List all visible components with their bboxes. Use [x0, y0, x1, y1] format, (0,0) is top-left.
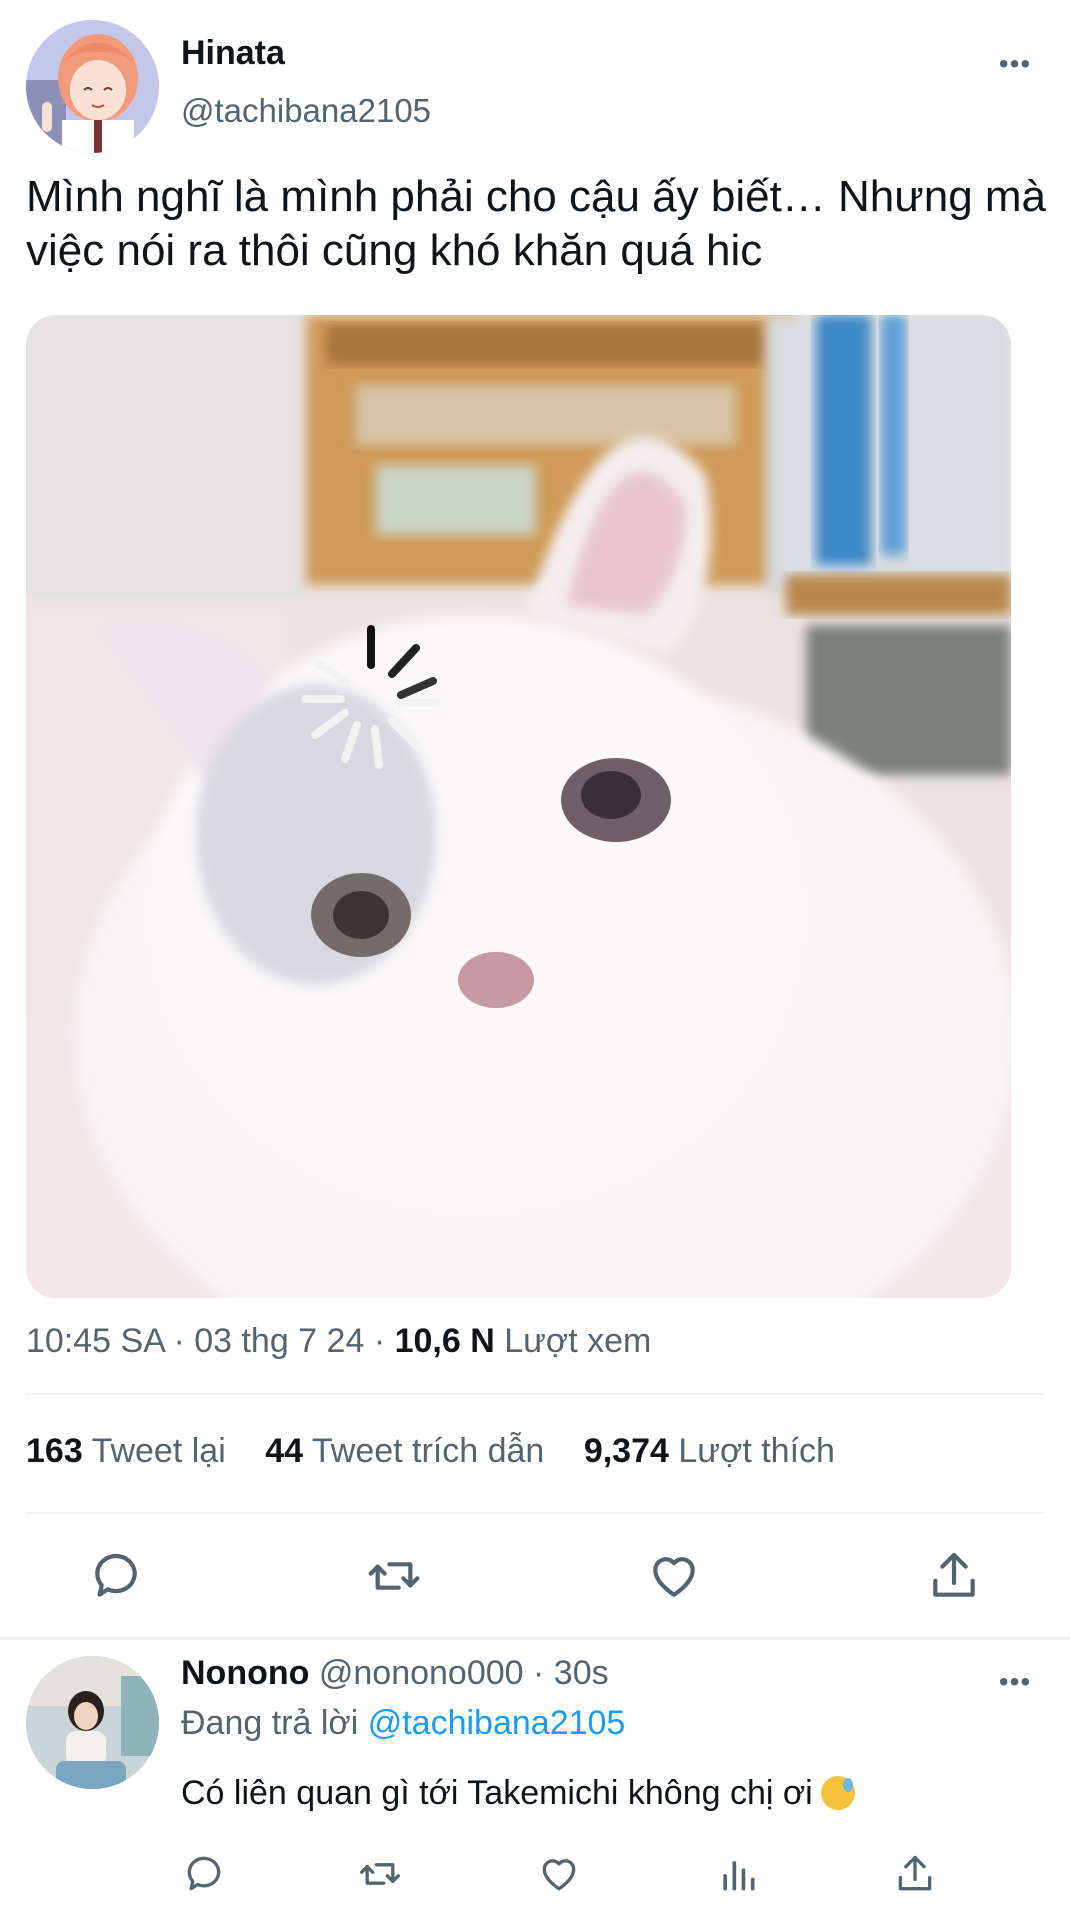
likes-label: Lượt thích	[678, 1432, 835, 1470]
analytics-icon[interactable]	[716, 1852, 760, 1896]
like-icon[interactable]	[646, 1548, 702, 1604]
reply-header: Nonono @nonono000 · 30s	[181, 1654, 609, 1693]
views-label: Lượt xem	[504, 1322, 652, 1360]
replying-mention[interactable]: @tachibana2105	[368, 1704, 626, 1742]
views-count: 10,6 N	[394, 1322, 495, 1360]
likes-count: 9,374	[583, 1432, 669, 1470]
divider	[0, 1637, 1070, 1640]
reply-icon[interactable]	[182, 1852, 226, 1896]
divider	[26, 1393, 1044, 1395]
reply-author-name[interactable]: Nonono	[181, 1654, 309, 1692]
divider	[26, 1512, 1044, 1514]
retweet-icon[interactable]	[366, 1548, 422, 1604]
likes-stat[interactable]: 9,374 Lượt thích	[584, 1432, 835, 1471]
reply-author-avatar[interactable]	[26, 1656, 159, 1789]
quotes-count: 44	[265, 1432, 304, 1470]
share-icon[interactable]	[893, 1852, 937, 1896]
tweet-image[interactable]	[26, 315, 1011, 1298]
tweet-stats: 163 Tweet lại 44 Tweet trích dẫn 9,374 L…	[26, 1432, 865, 1471]
like-icon[interactable]	[537, 1852, 581, 1896]
retweets-label: Tweet lại	[91, 1432, 226, 1470]
replying-prefix: Đang trả lời	[181, 1704, 359, 1742]
reply-text: Có liên quan gì tới Takemichi không chị …	[181, 1774, 813, 1812]
author-avatar[interactable]	[26, 20, 159, 153]
reply-author-handle[interactable]: @nonono000	[319, 1654, 524, 1692]
reply-icon[interactable]	[88, 1548, 144, 1604]
share-icon[interactable]	[926, 1548, 982, 1604]
tweet-time[interactable]: 10:45 SA · 03 thg 7 24 ·	[26, 1322, 385, 1360]
sweat-face-emoji	[820, 1776, 855, 1810]
more-horizontal-icon[interactable]: •••	[995, 1664, 1035, 1700]
author-handle[interactable]: @tachibana2105	[181, 92, 431, 130]
reply-text-row: Có liên quan gì tới Takemichi không chị …	[181, 1774, 855, 1813]
quotes-stat[interactable]: 44 Tweet trích dẫn	[265, 1432, 544, 1471]
reply-age: · 30s	[533, 1654, 609, 1692]
quotes-label: Tweet trích dẫn	[311, 1432, 545, 1470]
tweet-meta: 10:45 SA · 03 thg 7 24 · 10,6 N Lượt xem	[26, 1322, 651, 1361]
more-horizontal-icon[interactable]: •••	[995, 46, 1035, 82]
retweet-icon[interactable]	[358, 1852, 402, 1896]
replying-to: Đang trả lời @tachibana2105	[181, 1704, 625, 1743]
tweet-text: Mình nghĩ là mình phải cho cậu ấy biết… …	[26, 172, 1047, 275]
retweets-stat[interactable]: 163 Tweet lại	[26, 1432, 226, 1471]
retweets-count: 163	[26, 1432, 83, 1470]
author-name[interactable]: Hinata	[181, 34, 285, 73]
